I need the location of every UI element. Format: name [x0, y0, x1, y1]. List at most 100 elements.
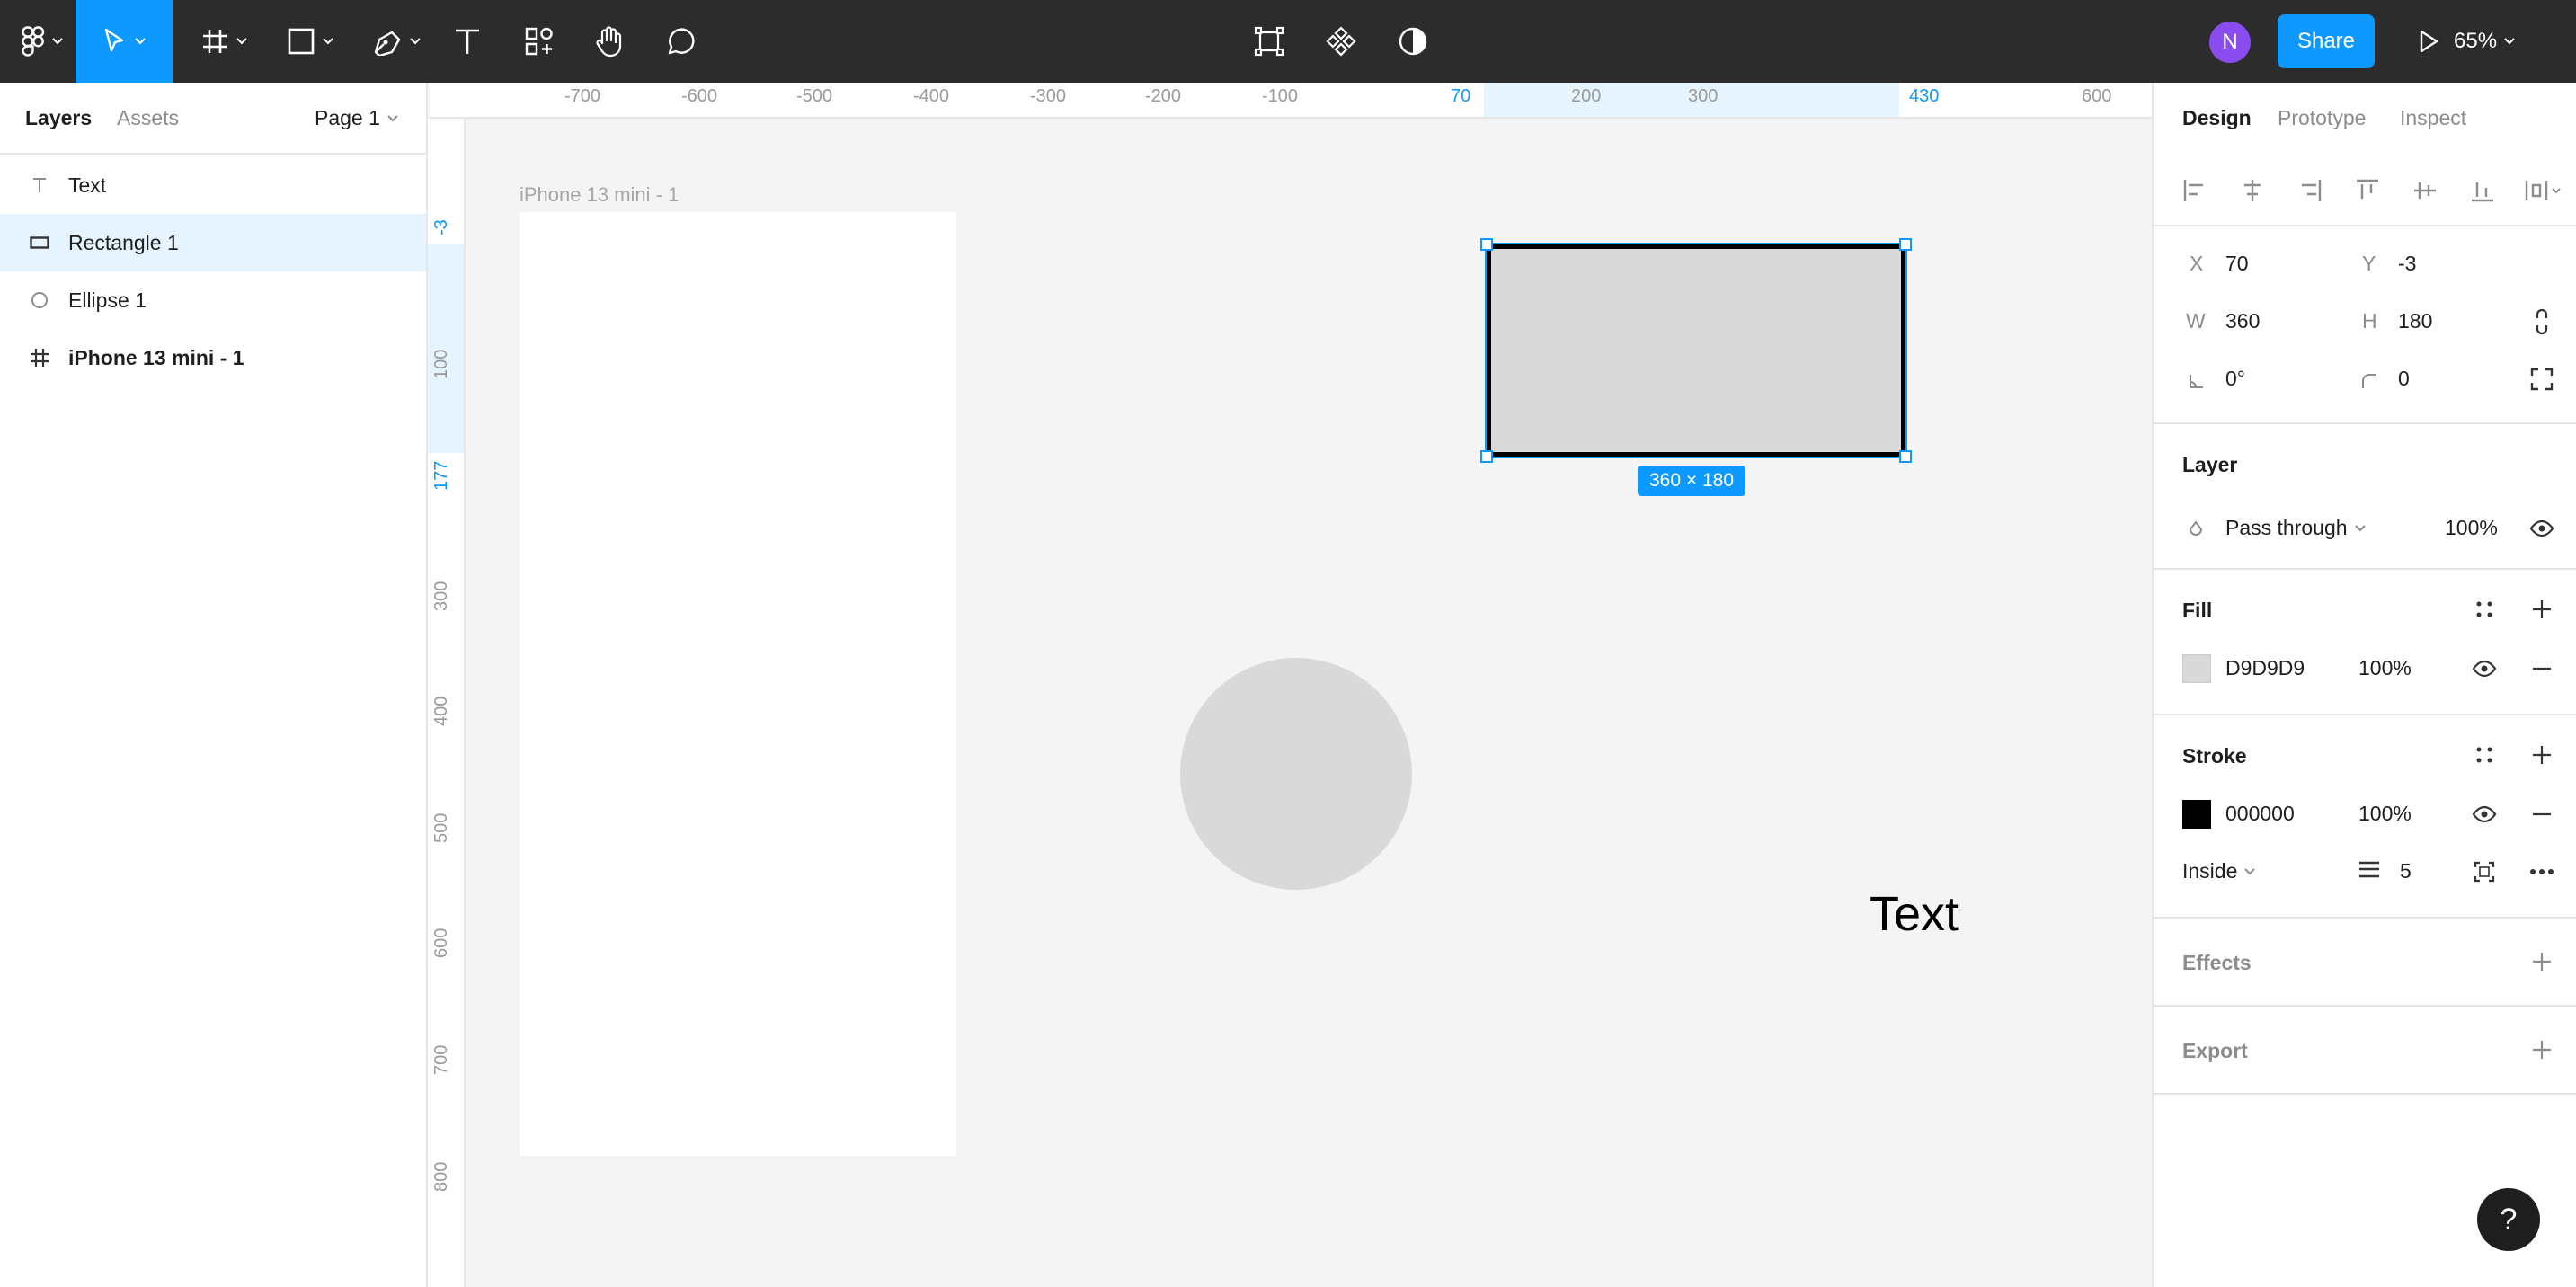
- align-left-icon[interactable]: [2181, 176, 2209, 205]
- iphone-frame[interactable]: [520, 212, 956, 1156]
- help-button[interactable]: ?: [2477, 1188, 2540, 1251]
- x-input[interactable]: 70: [2225, 252, 2249, 276]
- styles-grid-icon[interactable]: [2470, 595, 2499, 624]
- hand-icon: [596, 26, 622, 58]
- layer-item-text[interactable]: Text: [0, 156, 426, 214]
- h-input[interactable]: 180: [2398, 309, 2432, 333]
- frame-tool-button[interactable]: [191, 0, 257, 83]
- present-button[interactable]: [2411, 0, 2447, 83]
- left-panel-tabs: Layers Assets Page 1: [0, 83, 426, 155]
- move-tool-button[interactable]: [76, 0, 173, 83]
- chevron-down-icon: [2244, 867, 2256, 874]
- ellipse-shape[interactable]: [1180, 658, 1412, 890]
- distribute-icon[interactable]: [2522, 176, 2565, 205]
- add-export-icon[interactable]: [2527, 1035, 2556, 1064]
- hand-tool-button[interactable]: [591, 0, 627, 83]
- rectangle-shape-selected[interactable]: [1485, 243, 1907, 458]
- remove-stroke-icon[interactable]: [2527, 800, 2556, 829]
- resize-handle[interactable]: [1899, 238, 1912, 251]
- align-top-icon[interactable]: [2353, 176, 2382, 205]
- rotation-icon: [2186, 370, 2207, 392]
- main-menu-button[interactable]: [13, 0, 72, 83]
- stroke-opacity-input[interactable]: 100%: [2358, 802, 2412, 826]
- corner-radius-icon: [2358, 370, 2380, 392]
- w-input[interactable]: 360: [2225, 309, 2260, 333]
- page-selector[interactable]: Page 1: [315, 106, 398, 130]
- ruler-tick: -400: [913, 86, 950, 106]
- constrain-proportions-icon[interactable]: [2529, 307, 2554, 336]
- resize-handle[interactable]: [1480, 450, 1493, 463]
- layer-item-ellipse-1[interactable]: Ellipse 1: [0, 271, 426, 329]
- independent-corners-icon[interactable]: [2527, 365, 2556, 394]
- layer-opacity-input[interactable]: 100%: [2445, 516, 2498, 540]
- y-input[interactable]: -3: [2398, 252, 2416, 276]
- play-icon: [2420, 30, 2438, 53]
- fill-opacity-input[interactable]: 100%: [2358, 656, 2412, 680]
- eye-icon[interactable]: [2470, 800, 2499, 829]
- fill-hex-input[interactable]: D9D9D9: [2225, 656, 2305, 680]
- stroke-position-dropdown[interactable]: Inside: [2182, 859, 2256, 883]
- canvas[interactable]: iPhone 13 mini - 1 360 × 180 Text: [467, 120, 2152, 1287]
- tab-layers[interactable]: Layers: [25, 106, 92, 130]
- align-right-icon[interactable]: [2296, 176, 2324, 205]
- layer-label: iPhone 13 mini - 1: [68, 345, 244, 369]
- stroke-weight-input[interactable]: 5: [2400, 859, 2412, 883]
- share-button[interactable]: Share: [2278, 14, 2375, 68]
- align-horizontal-center-icon[interactable]: [2238, 176, 2267, 205]
- blend-mode-dropdown[interactable]: Pass through: [2225, 516, 2366, 540]
- tab-design[interactable]: Design: [2182, 106, 2252, 130]
- right-panel-tabs: Design Prototype Inspect: [2154, 83, 2576, 155]
- layer-item-rectangle-1[interactable]: Rectangle 1: [0, 214, 426, 271]
- corner-radius-input[interactable]: 0: [2398, 367, 2410, 391]
- resources-tool-button[interactable]: [521, 0, 557, 83]
- tab-inspect[interactable]: Inspect: [2400, 106, 2466, 130]
- text-object[interactable]: Text: [1870, 886, 1959, 942]
- comment-tool-button[interactable]: [663, 0, 699, 83]
- individual-strokes-icon[interactable]: [2470, 857, 2499, 886]
- ruler-tick-selected: 70: [1451, 86, 1471, 106]
- stroke-hex-input[interactable]: 000000: [2225, 802, 2295, 826]
- remove-fill-icon[interactable]: [2527, 654, 2556, 683]
- styles-grid-icon[interactable]: [2470, 741, 2499, 769]
- stroke-color-swatch[interactable]: [2182, 800, 2211, 829]
- chevron-down-icon: [135, 38, 146, 45]
- align-vertical-center-icon[interactable]: [2411, 176, 2439, 205]
- ruler-tick: 300: [1688, 86, 1719, 106]
- add-effect-icon[interactable]: [2527, 947, 2556, 976]
- y-label: Y: [2362, 252, 2376, 275]
- stroke-section: Stroke 000000 100% Inside 5: [2154, 715, 2576, 919]
- frame-layer-icon: [29, 347, 50, 368]
- dark-mode-toggle[interactable]: [1395, 0, 1431, 83]
- export-section-title: Export: [2182, 1039, 2248, 1062]
- frame-label[interactable]: iPhone 13 mini - 1: [520, 183, 679, 207]
- rotation-input[interactable]: 0°: [2225, 367, 2245, 391]
- export-section: Export: [2154, 1007, 2576, 1095]
- ruler-tick: 600: [431, 928, 451, 958]
- text-tool-button[interactable]: [449, 0, 485, 83]
- layer-item-iphone-13-mini-1[interactable]: iPhone 13 mini - 1: [0, 329, 426, 386]
- chevron-down-icon: [410, 38, 421, 45]
- ruler-tick: 100: [431, 349, 451, 379]
- more-options-icon[interactable]: [2527, 857, 2556, 886]
- layer-label: Rectangle 1: [68, 230, 179, 254]
- effects-section: Effects: [2154, 919, 2576, 1007]
- pen-tool-button[interactable]: [363, 0, 430, 83]
- chevron-down-icon: [2354, 524, 2366, 531]
- shape-tool-button[interactable]: [277, 0, 343, 83]
- tab-assets[interactable]: Assets: [117, 106, 179, 130]
- resize-handle[interactable]: [1899, 450, 1912, 463]
- component-icon: [1326, 26, 1356, 57]
- tab-prototype[interactable]: Prototype: [2278, 106, 2366, 130]
- add-fill-icon[interactable]: [2527, 595, 2556, 624]
- fill-color-swatch[interactable]: [2182, 654, 2211, 683]
- frame-hash-icon: [203, 30, 227, 53]
- components-button[interactable]: [1323, 0, 1359, 83]
- eye-icon[interactable]: [2470, 654, 2499, 683]
- edit-object-button[interactable]: [1251, 0, 1287, 83]
- add-stroke-icon[interactable]: [2527, 741, 2556, 769]
- eye-icon[interactable]: [2527, 514, 2556, 543]
- zoom-dropdown[interactable]: 65%: [2454, 0, 2515, 83]
- align-bottom-icon[interactable]: [2468, 176, 2497, 205]
- avatar[interactable]: N: [2209, 22, 2251, 63]
- resize-handle[interactable]: [1480, 238, 1493, 251]
